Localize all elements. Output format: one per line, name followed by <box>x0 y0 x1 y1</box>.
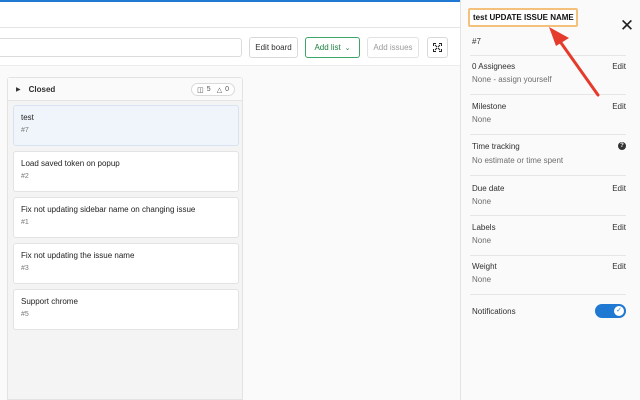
assignees-label: 0 Assignees <box>472 62 516 71</box>
issue-count: 5 <box>206 86 211 93</box>
sidebar-issue-reference: #7 <box>472 37 481 46</box>
add-issues-button[interactable]: Add issues <box>367 37 419 58</box>
milestone-label: Milestone <box>472 102 507 111</box>
issue-card[interactable]: Support chrome #5 <box>13 289 239 330</box>
fullscreen-icon <box>433 43 442 52</box>
board-toolbar: Edit board Add list ⌄ Add issues <box>0 28 460 66</box>
list-header[interactable]: ▶ Closed ◫ 5 △ 0 <box>8 78 242 101</box>
time-tracking-value: No estimate or time spent <box>472 156 564 165</box>
sidebar-divider <box>470 134 626 135</box>
sidebar-divider <box>470 175 626 176</box>
issue-card-title[interactable]: Load saved token on popup <box>21 158 231 169</box>
labels-value: None <box>472 236 492 245</box>
filter-search-input[interactable] <box>0 38 242 57</box>
issue-card-number: #5 <box>21 311 29 318</box>
time-tracking-label: Time tracking <box>472 142 520 151</box>
due-date-label: Due date <box>472 184 505 193</box>
weight-value: None <box>472 275 492 284</box>
notifications-toggle[interactable]: ✓ <box>595 304 626 318</box>
issue-card[interactable]: Fix not updating the issue name #3 <box>13 243 239 284</box>
issue-card-number: #1 <box>21 219 29 226</box>
fullscreen-toggle-button[interactable] <box>427 37 448 58</box>
edit-board-label: Edit board <box>255 43 292 52</box>
weight-edit-link[interactable]: Edit <box>612 262 626 271</box>
close-icon[interactable]: ✕ <box>619 17 635 34</box>
sidebar-divider <box>470 255 626 256</box>
top-navigation-bar <box>0 0 460 28</box>
question-icon[interactable]: ? <box>618 142 626 150</box>
weight-count: 0 <box>225 86 229 93</box>
edit-board-button[interactable]: Edit board <box>249 37 298 58</box>
sidebar-divider <box>470 55 626 56</box>
notifications-label: Notifications <box>472 307 516 316</box>
weight-label: Weight <box>472 262 497 271</box>
labels-label: Labels <box>472 223 496 232</box>
issue-card[interactable]: test #7 <box>13 105 239 146</box>
labels-edit-link[interactable]: Edit <box>612 223 626 232</box>
check-icon: ✓ <box>614 306 624 316</box>
board-list-closed: ▶ Closed ◫ 5 △ 0 test #7 Load saved toke… <box>7 77 243 400</box>
issue-card[interactable]: Fix not updating sidebar name on changin… <box>13 197 239 238</box>
add-list-button[interactable]: Add list ⌄ <box>305 37 360 58</box>
list-title: Closed <box>28 84 56 94</box>
assignees-value[interactable]: None - assign yourself <box>472 75 552 84</box>
add-list-label: Add list <box>314 43 341 52</box>
due-date-value: None <box>472 197 492 206</box>
sidebar-divider <box>470 94 626 95</box>
assignees-edit-link[interactable]: Edit <box>612 62 626 71</box>
issue-card[interactable]: Load saved token on popup #2 <box>13 151 239 192</box>
issue-card-number: #3 <box>21 265 29 272</box>
issue-card-title[interactable]: test <box>21 112 231 123</box>
issue-card-number: #2 <box>21 173 29 180</box>
sidebar-divider <box>470 294 626 295</box>
issue-card-number: #7 <box>21 127 29 134</box>
chevron-right-icon[interactable]: ▶ <box>16 86 21 93</box>
issue-card-title[interactable]: Support chrome <box>21 296 231 307</box>
list-count-badge: ◫ 5 △ 0 <box>191 83 235 96</box>
weight-icon: △ <box>216 86 223 94</box>
sidebar-issue-title[interactable]: test UPDATE ISSUE NAME <box>468 8 578 27</box>
add-issues-label: Add issues <box>373 43 413 52</box>
chevron-down-icon: ⌄ <box>344 44 351 52</box>
issue-card-title[interactable]: Fix not updating the issue name <box>21 250 231 261</box>
milestone-value: None <box>472 115 492 124</box>
milestone-edit-link[interactable]: Edit <box>612 102 626 111</box>
issues-icon: ◫ <box>197 86 204 94</box>
sidebar-divider <box>470 215 626 216</box>
issue-card-title[interactable]: Fix not updating sidebar name on changin… <box>21 204 231 215</box>
due-date-edit-link[interactable]: Edit <box>612 184 626 193</box>
